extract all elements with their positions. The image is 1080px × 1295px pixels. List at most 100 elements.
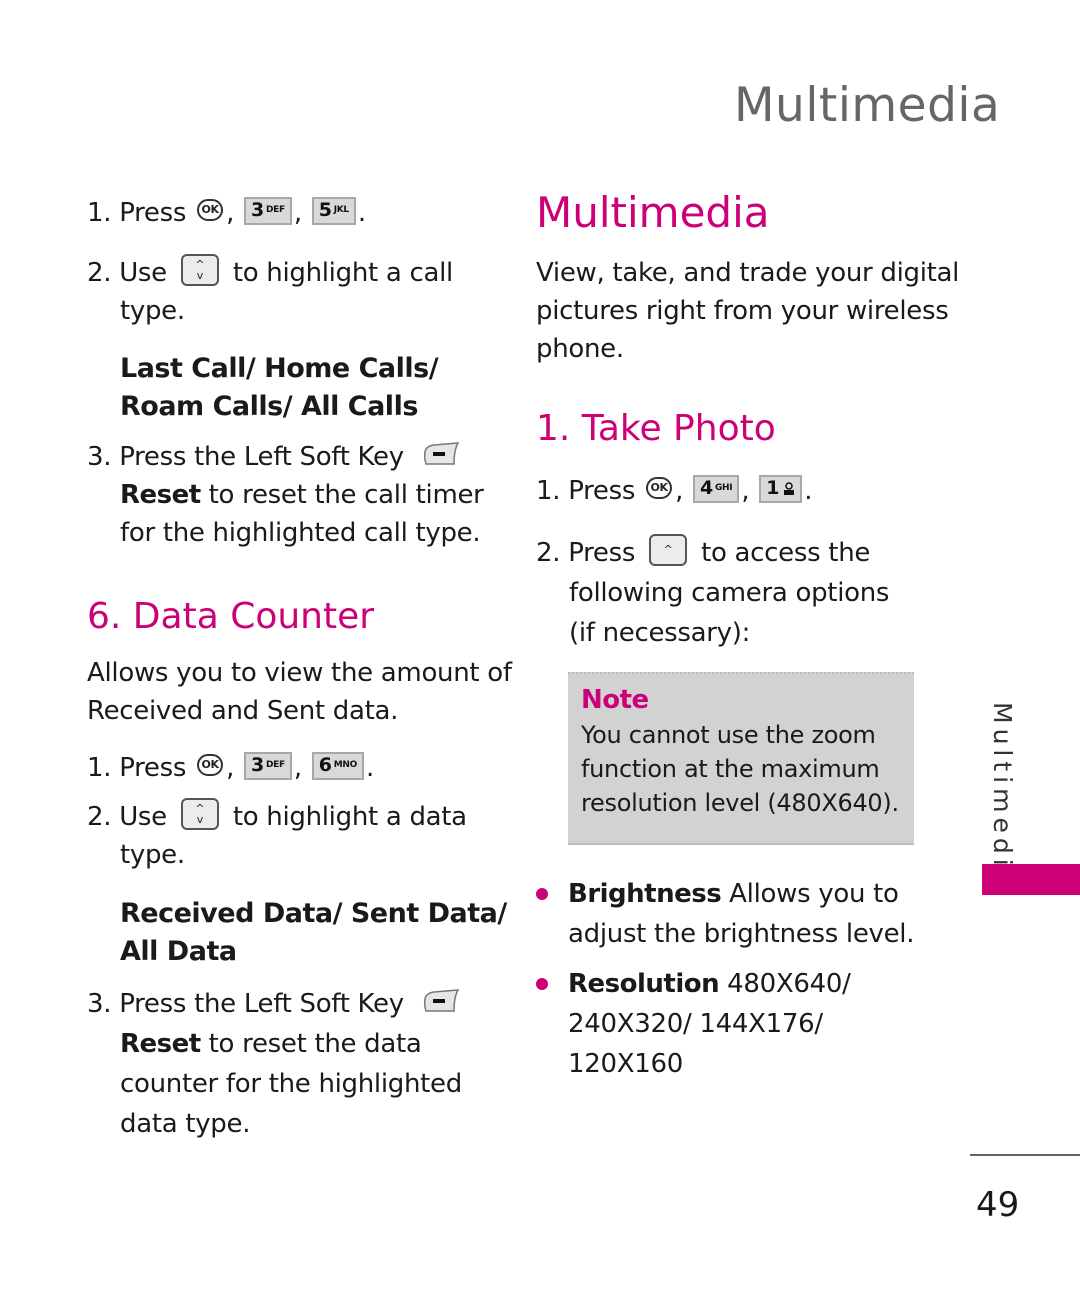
- bullet-icon: [536, 978, 548, 990]
- separator: ,: [226, 198, 235, 228]
- separator: .: [365, 753, 374, 783]
- step-number: 2.: [536, 538, 561, 568]
- data-counter-step-3: 3. Press the Left Soft Key Reset to rese…: [87, 984, 487, 1144]
- nav-up-key-icon: ^: [649, 533, 688, 566]
- step-text-continued: following camera options: [569, 578, 890, 608]
- key-3-def-icon: 3 DEF: [244, 751, 292, 780]
- key-6-mno-icon: 6 MNO: [311, 751, 364, 780]
- step-text: to highlight a data: [232, 802, 467, 832]
- side-tab-marker: [982, 864, 1080, 895]
- page-number: 49: [976, 1185, 1020, 1225]
- bullet-icon: [536, 888, 548, 900]
- bullet-term: Resolution: [568, 969, 720, 999]
- data-type-options: Received Data/ Sent Data/ All Data: [120, 895, 507, 971]
- note-box: Note You cannot use the zoom function at…: [568, 672, 914, 845]
- intro-line: View, take, and trade your digital: [536, 258, 960, 288]
- data-counter-step-1: 1. Press OK, 3 DEF, 6 MNO.: [87, 749, 374, 787]
- step-text: to reset the call timer: [200, 480, 484, 510]
- key-4-ghi-icon: 4 GHI: [693, 474, 740, 503]
- intro-line: phone.: [536, 334, 624, 364]
- side-tab-label: Multimedia: [983, 702, 1023, 891]
- bullet-resolution: Resolution 480X640/ 240X320/ 144X176/ 12…: [536, 964, 928, 1084]
- step-text: Use: [119, 802, 167, 832]
- key-letters: DEF: [265, 205, 285, 215]
- step-text-continued: (if necessary):: [569, 618, 751, 648]
- key-letters: JKL: [333, 205, 349, 215]
- step-text-continued: type.: [120, 296, 185, 326]
- down-arrow: v: [196, 268, 204, 282]
- note-line: You cannot use the zoom: [581, 721, 876, 749]
- take-photo-heading: 1. Take Photo: [536, 408, 776, 449]
- key-letters: DEF: [265, 760, 285, 770]
- step-number: 1.: [536, 476, 561, 506]
- step-text: Press: [119, 198, 187, 228]
- options-line: Received Data/ Sent Data/: [120, 898, 507, 929]
- intro-line: pictures right from your wireless: [536, 296, 949, 326]
- key-letters: MNO: [333, 760, 358, 770]
- key-digit: 3: [251, 754, 264, 776]
- up-arrow: ^: [195, 801, 205, 815]
- step-text-continued: counter for the highlighted: [120, 1069, 462, 1099]
- note-title: Note: [581, 685, 649, 715]
- step-text: Press: [119, 753, 187, 783]
- page-header-title: Multimedia: [734, 78, 1001, 133]
- bullet-text-continued: adjust the brightness level.: [568, 919, 915, 949]
- intro-line: Received and Sent data.: [87, 696, 399, 726]
- footer-rule: [970, 1154, 1080, 1156]
- call-type-options: Last Call/ Home Calls/ Roam Calls/ All C…: [120, 353, 439, 422]
- step-text: Use: [119, 258, 167, 288]
- call-step-2: 2. Use ^ v to highlight a call type.: [87, 253, 487, 330]
- bullet-brightness: Brightness Allows you to adjust the brig…: [536, 874, 928, 954]
- call-step-3: 3. Press the Left Soft Key Reset to rese…: [87, 438, 487, 552]
- step-number: 1.: [87, 198, 112, 228]
- separator: .: [804, 476, 813, 506]
- down-arrow: v: [196, 812, 204, 826]
- step-text: Press the Left Soft Key: [119, 989, 404, 1019]
- left-soft-key-icon: [423, 988, 460, 1012]
- data-counter-intro: Allows you to view the amount of Receive…: [87, 654, 512, 730]
- take-photo-step-1: 1. Press OK, 4 GHI, 1.: [536, 472, 812, 510]
- key-digit: 5: [318, 199, 332, 221]
- ok-key-icon: OK: [197, 753, 224, 776]
- data-counter-step-2: 2. Use ^ v to highlight a data type.: [87, 797, 487, 874]
- take-photo-step-2: 2. Press ^ to access the following camer…: [536, 533, 936, 653]
- bullet-text-continued: 120X160: [568, 1049, 683, 1079]
- key-5-jkl-icon: 5 JKL: [311, 196, 356, 225]
- step-number: 2.: [87, 802, 112, 832]
- step-number: 3.: [87, 442, 112, 472]
- note-line: function at the maximum: [581, 755, 880, 783]
- bullet-text: 480X640/: [719, 969, 851, 999]
- key-digit: 3: [251, 199, 264, 221]
- separator: ,: [293, 753, 302, 783]
- step-number: 2.: [87, 258, 112, 288]
- bullet-text-continued: 240X320/ 144X176/: [568, 1009, 823, 1039]
- ok-key-icon: OK: [197, 198, 224, 221]
- step-text: Press the Left Soft Key: [119, 442, 404, 472]
- reset-label: Reset: [120, 480, 201, 510]
- key-3-def-icon: 3 DEF: [244, 196, 292, 225]
- nav-up-down-key-icon: ^ v: [180, 253, 219, 286]
- step-number: 1.: [87, 753, 112, 783]
- left-soft-key-icon: [423, 441, 460, 465]
- key-digit: 4: [700, 477, 713, 499]
- nav-up-down-key-icon: ^ v: [180, 797, 219, 830]
- separator: ,: [226, 753, 235, 783]
- bullet-text: Allows you to: [721, 879, 899, 909]
- separator: ,: [675, 476, 684, 506]
- intro-line: Allows you to view the amount of: [87, 658, 512, 688]
- options-line: All Data: [120, 936, 237, 967]
- step-text-continued: type.: [120, 840, 185, 870]
- step-text: Press: [568, 538, 636, 568]
- step-text: Press: [568, 476, 636, 506]
- voicemail-icon: [784, 481, 795, 495]
- step-text: to access the: [701, 538, 871, 568]
- step-text: to reset the data: [200, 1029, 422, 1059]
- step-text-continued: data type.: [120, 1109, 251, 1139]
- data-counter-heading: 6. Data Counter: [87, 596, 375, 637]
- ok-key-icon: OK: [646, 476, 673, 499]
- key-1-voicemail-icon: 1: [759, 474, 803, 503]
- call-step-1: 1. Press OK, 3 DEF, 5 JKL.: [87, 194, 366, 232]
- up-arrow: ^: [663, 543, 673, 556]
- separator: ,: [293, 198, 302, 228]
- key-digit: 1: [766, 477, 780, 499]
